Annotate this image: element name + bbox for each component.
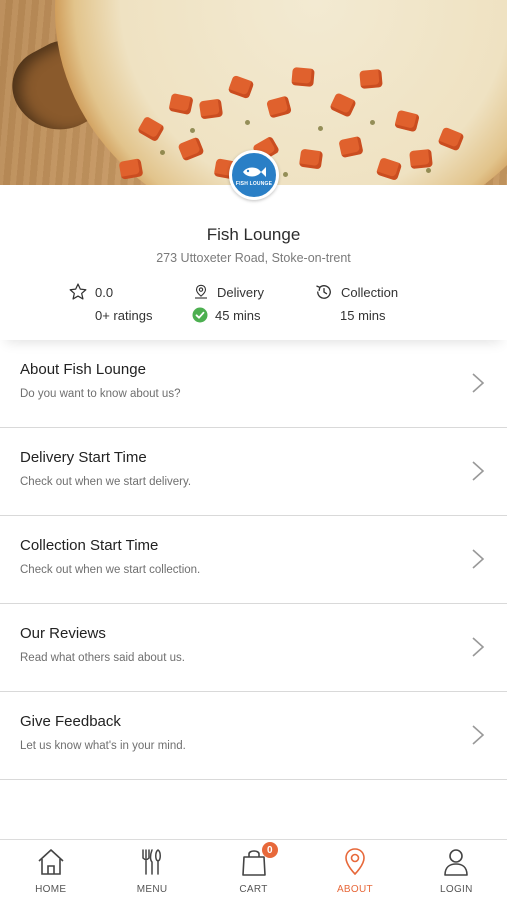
bottom-tab-bar: HOME MENU 0 CART ABOUT LOGIN: [0, 839, 507, 900]
chevron-right-icon: [472, 725, 485, 745]
delivery-stat: Delivery 45 mins: [192, 282, 264, 325]
collection-stat: Collection 15 mins: [314, 282, 398, 325]
cutlery-icon: [142, 849, 162, 875]
history-clock-icon: [316, 285, 331, 299]
tab-cart[interactable]: 0 CART: [203, 840, 304, 900]
restaurant-info: Fish Lounge 273 Uttoxeter Road, Stoke-on…: [0, 185, 507, 340]
logo-text: FISH LOUNGE: [235, 180, 273, 187]
menu-item-subtitle: Let us know what's in your mind.: [20, 740, 186, 752]
tab-about[interactable]: ABOUT: [304, 840, 405, 900]
delivery-label: Delivery: [217, 284, 264, 300]
menu-item-title: About Fish Lounge: [20, 361, 146, 378]
tab-label: MENU: [136, 884, 168, 895]
menu-item-our-reviews[interactable]: Our Reviews Read what others said about …: [0, 604, 507, 692]
restaurant-name: Fish Lounge: [206, 225, 301, 244]
tab-menu[interactable]: MENU: [101, 840, 202, 900]
map-pin-icon: [345, 848, 365, 876]
restaurant-logo: FISH LOUNGE: [229, 150, 279, 200]
tab-login[interactable]: LOGIN: [406, 840, 507, 900]
chevron-right-icon: [472, 373, 485, 393]
about-menu-list: About Fish Lounge Do you want to know ab…: [0, 340, 507, 780]
menu-item-delivery-start-time[interactable]: Delivery Start Time Check out when we st…: [0, 428, 507, 516]
delivery-time: 45 mins: [215, 307, 261, 323]
tab-home[interactable]: HOME: [0, 840, 101, 900]
chevron-right-icon: [472, 461, 485, 481]
rating-stat: 0.0 0+ ratings: [68, 282, 152, 325]
menu-item-subtitle: Do you want to know about us?: [20, 388, 181, 400]
menu-item-subtitle: Check out when we start collection.: [20, 564, 201, 576]
tab-label: ABOUT: [336, 884, 373, 895]
fish-logo-icon: [243, 166, 266, 177]
menu-item-collection-start-time[interactable]: Collection Start Time Check out when we …: [0, 516, 507, 604]
menu-item-title: Collection Start Time: [20, 537, 159, 554]
pizza-image: [55, 0, 507, 185]
restaurant-address: 273 Uttoxeter Road, Stoke-on-trent: [156, 251, 351, 265]
rating-value: 0.0: [95, 284, 114, 300]
cart-count-badge: 0: [261, 842, 278, 858]
location-pin-icon: [195, 284, 207, 299]
tab-label: CART: [239, 884, 268, 895]
menu-item-title: Delivery Start Time: [20, 449, 147, 466]
home-icon: [38, 849, 64, 875]
menu-item-give-feedback[interactable]: Give Feedback Let us know what's in your…: [0, 692, 507, 780]
menu-item-about[interactable]: About Fish Lounge Do you want to know ab…: [0, 340, 507, 428]
chevron-right-icon: [472, 637, 485, 657]
collection-time: 15 mins: [340, 307, 386, 323]
tab-label: LOGIN: [440, 884, 473, 895]
menu-item-subtitle: Check out when we start delivery.: [20, 476, 192, 488]
user-icon: [444, 849, 469, 876]
menu-item-title: Our Reviews: [20, 625, 106, 642]
collection-label: Collection: [341, 284, 399, 300]
tab-label: HOME: [35, 884, 67, 895]
star-icon: [69, 283, 87, 300]
menu-item-title: Give Feedback: [20, 713, 121, 730]
menu-item-subtitle: Read what others said about us.: [20, 652, 185, 664]
rating-count: 0+ ratings: [95, 307, 153, 323]
check-circle-icon: [192, 307, 208, 323]
chevron-right-icon: [472, 549, 485, 569]
